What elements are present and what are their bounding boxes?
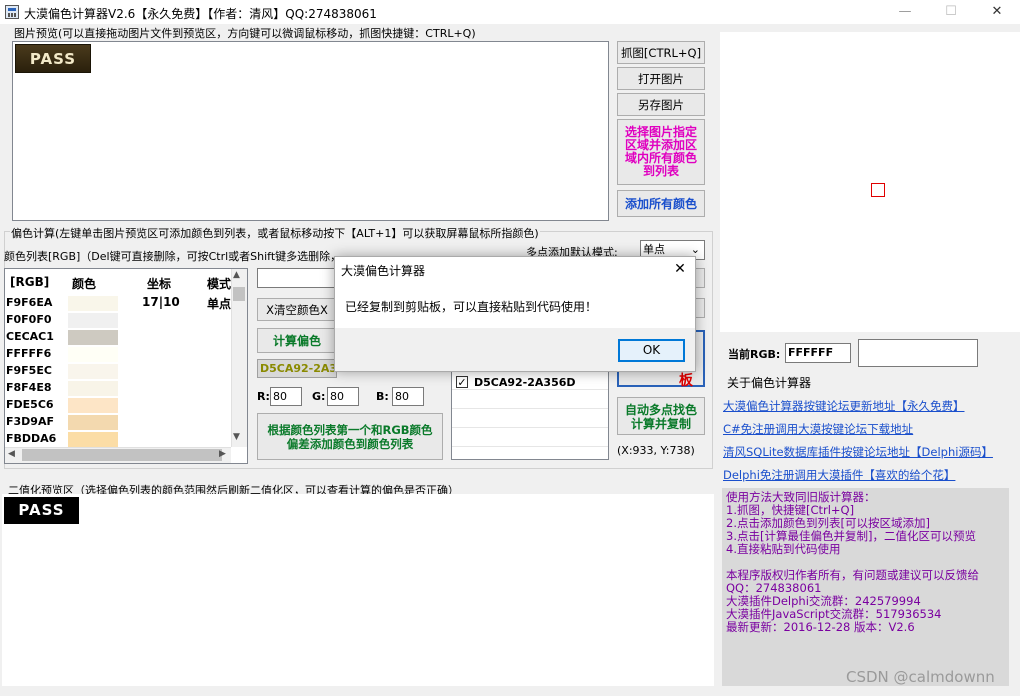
g-input[interactable]: 80 xyxy=(327,387,359,406)
r-input[interactable]: 80 xyxy=(270,387,302,406)
color-input[interactable] xyxy=(257,268,337,288)
table-row-swatch xyxy=(68,398,118,413)
current-rgb-value[interactable]: FFFFFF xyxy=(785,343,851,363)
binary-image: PASS xyxy=(4,497,79,524)
table-row-rgb[interactable]: F3D9AF xyxy=(6,415,66,428)
col-header-color[interactable]: 颜色 xyxy=(72,275,96,292)
multi-mode-value: 单点 xyxy=(643,243,665,256)
table-row-rgb[interactable]: FFFFF6 xyxy=(6,347,66,360)
capture-button[interactable]: 抓图[CTRL+Q] xyxy=(617,41,705,64)
link-csharp-download[interactable]: C#免注册调用大漠按键论坛下载地址 xyxy=(723,421,913,437)
b-label: B: xyxy=(376,390,389,403)
table-row-rgb[interactable]: F8F4E8 xyxy=(6,381,66,394)
color-list-label: 颜色列表[RGB]（Del键可直接删除，可按Ctrl或者Shift键多选删除，点… xyxy=(4,250,334,263)
result-list-checkbox[interactable]: ✓ xyxy=(456,376,468,388)
row-coord: 17|10 xyxy=(142,295,180,309)
col-header-coord[interactable]: 坐标 xyxy=(147,275,171,292)
preview-image: PASS xyxy=(15,44,91,73)
add-by-offset-button[interactable]: 根据颜色列表第一个和RGB颜色 偏差添加颜色到颜色列表 xyxy=(257,413,443,460)
table-row-rgb[interactable]: FDE5C6 xyxy=(6,398,66,411)
select-region-button[interactable]: 选择图片指定 区域并添加区 域内所有颜色 到列表 xyxy=(617,119,705,185)
app-icon xyxy=(5,5,19,19)
table-row-swatch xyxy=(68,381,118,396)
mouse-coord-display: (X:933, Y:738) xyxy=(617,444,695,457)
link-update-address[interactable]: 大漠偏色计算器按键论坛更新地址【永久免费】 xyxy=(723,398,965,414)
scrollbar-thumb[interactable] xyxy=(233,287,245,301)
link-delphi-plugin[interactable]: Delphi免注册调用大漠插件【喜欢的给个花】 xyxy=(723,467,955,483)
binary-preview-area xyxy=(2,494,714,686)
result-field[interactable]: D5CA92-2A356D xyxy=(257,359,337,378)
auto-multipoint-button[interactable]: 自动多点找色 计算并复制 xyxy=(617,397,705,435)
dialog-close-button[interactable]: ✕ xyxy=(667,259,693,279)
open-image-button[interactable]: 打开图片 xyxy=(617,67,705,90)
table-row-rgb[interactable]: F0F0F0 xyxy=(6,313,66,326)
auto-multipoint-line-1: 自动多点找色 xyxy=(624,403,697,417)
dialog-message: 已经复制到剪贴板，可以直接粘贴到代码使用！ xyxy=(345,300,598,314)
row-mode: 单点 xyxy=(207,297,231,311)
watermark: CSDN @calmdownn xyxy=(846,668,995,686)
link-sqlite-plugin[interactable]: 清风SQLite数据库插件按键论坛地址【Delphi源码】 xyxy=(723,444,993,460)
auto-multipoint-line-2: 计算并复制 xyxy=(630,417,691,431)
table-row-swatch xyxy=(68,364,118,379)
hscrollbar-thumb[interactable] xyxy=(22,449,222,461)
scroll-down-icon[interactable]: ▼ xyxy=(233,432,240,442)
add-all-colors-button[interactable]: 添加所有颜色 xyxy=(617,190,705,217)
table-row-rgb[interactable]: F9F6EA xyxy=(6,296,66,309)
col-header-mode[interactable]: 模式 xyxy=(207,275,231,292)
magnifier-cursor-marker xyxy=(871,183,885,197)
r-label: R: xyxy=(257,390,270,403)
info-line: 4.直接粘贴到代码使用 xyxy=(726,542,841,556)
table-row-swatch xyxy=(68,432,118,447)
calc-label: 偏色计算(左键单击图片预览区可添加颜色到列表，或者鼠标移动按下【ALT+1】可以… xyxy=(10,225,540,241)
save-image-button[interactable]: 另存图片 xyxy=(617,93,705,116)
magnifier-area xyxy=(720,32,1020,332)
about-label: 关于偏色计算器 xyxy=(727,376,812,390)
clear-colors-button[interactable]: X清空颜色X xyxy=(257,298,337,321)
minimize-button[interactable]: — xyxy=(882,0,928,24)
table-row-rgb[interactable]: CECAC1 xyxy=(6,330,66,343)
scroll-left-icon[interactable]: ◀ xyxy=(8,449,15,459)
select-region-line-4: 到列表 xyxy=(642,164,679,178)
calc-color-button[interactable]: 计算偏色 xyxy=(257,328,337,353)
preview-label: 图片预览(可以直接拖动图片文件到预览区，方向键可以微调鼠标移动，抓图快捷键：CT… xyxy=(14,27,476,40)
current-color-swatch xyxy=(858,339,978,367)
col-header-rgb[interactable]: [RGB] xyxy=(10,275,49,289)
table-row-swatch xyxy=(68,313,118,328)
current-rgb-label: 当前RGB: xyxy=(728,348,781,361)
g-label: G: xyxy=(312,390,326,403)
maximize-button[interactable]: ☐ xyxy=(928,0,974,24)
info-line: 最新更新：2016-12-28 版本：V2.6 xyxy=(726,620,915,634)
result-list-item[interactable]: D5CA92-2A356D xyxy=(474,376,576,389)
dialog-ok-button[interactable]: OK xyxy=(618,339,685,362)
add-by-offset-line-1: 根据颜色列表第一个和RGB颜色 xyxy=(267,423,433,437)
table-row-swatch xyxy=(68,330,118,345)
window-title: 大漠偏色计算器V2.6【永久免费】【作者：清风】QQ:274838061 xyxy=(24,7,377,21)
table-row-swatch xyxy=(68,347,118,362)
table-row-rgb[interactable]: FBDDA6 xyxy=(6,432,66,445)
preview-area[interactable] xyxy=(12,41,609,221)
table-row-swatch xyxy=(68,415,118,430)
b-input[interactable]: 80 xyxy=(392,387,424,406)
table-row-rgb[interactable]: F9F5EC xyxy=(6,364,66,377)
dialog-title: 大漠偏色计算器 xyxy=(341,264,426,278)
close-button[interactable]: ✕ xyxy=(974,0,1020,24)
table-row-swatch xyxy=(68,296,118,311)
scroll-right-icon[interactable]: ▶ xyxy=(219,449,226,459)
scroll-up-icon[interactable]: ▲ xyxy=(233,270,240,280)
add-by-offset-line-2: 偏差添加颜色到颜色列表 xyxy=(286,437,414,451)
